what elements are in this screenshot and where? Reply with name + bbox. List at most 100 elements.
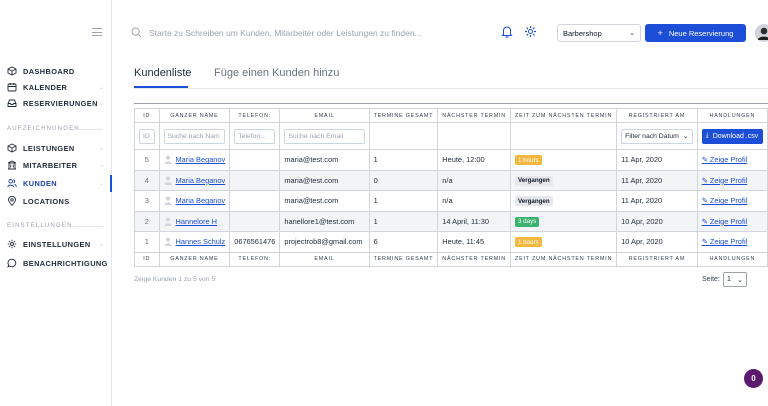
- id-filter-input[interactable]: [139, 128, 155, 144]
- cell-id: 3: [134, 190, 160, 212]
- sidebar-item-label: BENACHRICHTIGUNG: [23, 258, 108, 268]
- table-footer-row: ID GANZER NAME TELEFON: EMAIL TERMINE GE…: [134, 251, 768, 267]
- cell-next: n/a: [437, 169, 511, 191]
- inbox-icon: [7, 98, 17, 108]
- building-icon: [7, 160, 17, 170]
- sidebar-item-benachrichtigung[interactable]: BENACHRICHTIGUNG: [7, 257, 108, 269]
- cell-registered: 10 Apr, 2020: [616, 231, 698, 253]
- show-profile-link[interactable]: ✎ Zeige Profil: [702, 196, 748, 205]
- search-icon: [131, 27, 142, 40]
- cell-registered: 10 Apr, 2020: [616, 210, 698, 232]
- customer-name-link[interactable]: Maria Beganov: [176, 196, 226, 205]
- column-header[interactable]: REGISTRIERT AM: [616, 108, 698, 123]
- gear-icon[interactable]: [524, 25, 537, 40]
- filter-row: Filter nach Datum⌄ ⤓Download .csv: [134, 122, 768, 150]
- sidebar-item-label: RESERVIERUNGEN: [23, 98, 98, 108]
- sidebar-item-mitarbeiter[interactable]: MITARBEITER ⌄: [7, 159, 104, 171]
- chevron-down-icon: ⌄: [629, 30, 635, 37]
- chat-launcher-button[interactable]: 0: [744, 369, 763, 388]
- cell-phone: [229, 169, 281, 191]
- column-header[interactable]: GANZER NAME: [158, 108, 231, 123]
- chevron-down-icon: ⌄: [99, 85, 105, 91]
- date-filter-value: Filter nach Datum: [625, 132, 679, 140]
- show-profile-label: Zeige Profil: [709, 216, 748, 226]
- active-indicator: [110, 175, 112, 192]
- column-header[interactable]: EMAIL: [279, 108, 370, 123]
- cell-total: 1: [368, 190, 439, 212]
- tab-customer-list[interactable]: Kundenliste: [134, 67, 192, 79]
- name-filter-input[interactable]: [163, 128, 226, 144]
- user-avatar[interactable]: [755, 24, 768, 42]
- table-header-row: ID GANZER NAME TELEFON: EMAIL TERMINE GE…: [134, 108, 768, 123]
- person-icon: [164, 176, 172, 185]
- cell-phone: [229, 210, 281, 232]
- column-header: NÄCHSTER TERMIN: [437, 251, 511, 267]
- show-profile-label: Zeige Profil: [709, 175, 748, 185]
- sidebar-item-label: KALENDER: [23, 82, 68, 92]
- cell-total: 1: [368, 210, 439, 232]
- column-header[interactable]: NÄCHSTER TERMIN: [437, 108, 511, 123]
- edit-icon: ✎: [701, 216, 710, 226]
- column-header[interactable]: ID: [134, 108, 160, 123]
- show-profile-link[interactable]: ✎ Zeige Profil: [702, 155, 748, 164]
- column-header: GANZER NAME: [158, 251, 231, 267]
- customer-name-link[interactable]: Maria Beganov: [176, 176, 226, 185]
- show-profile-link[interactable]: ✎ Zeige Profil: [702, 237, 748, 246]
- person-icon: [164, 237, 172, 247]
- sidebar-item-kunden[interactable]: KUNDEN ⌄: [7, 177, 104, 189]
- show-profile-link[interactable]: ✎ Zeige Profil: [702, 176, 748, 185]
- tab-add-customer[interactable]: Füge einen Kunden hinzu: [214, 67, 339, 79]
- customer-name-link[interactable]: Hannes Schulz: [176, 237, 226, 246]
- column-header: ZEIT ZUM NÄCHSTEN TERMIN: [509, 251, 618, 267]
- location-select[interactable]: Barbershop ⌄: [557, 24, 641, 42]
- show-profile-link[interactable]: ✎ Zeige Profil: [702, 217, 748, 226]
- customer-name-link[interactable]: Maria Beganov: [176, 155, 226, 164]
- phone-filter-input[interactable]: [234, 128, 276, 144]
- cell-next: n/a: [437, 190, 511, 212]
- column-header: REGISTRIERT AM: [616, 251, 698, 267]
- sidebar-item-einstellungen[interactable]: EINSTELLUNGEN ⌄: [7, 238, 104, 250]
- chevron-down-icon: ⌄: [99, 146, 105, 152]
- bell-icon[interactable]: [501, 25, 513, 40]
- top-bar: Barbershop ⌄ + Neue Reservierung: [112, 0, 768, 56]
- sidebar-item-kalender[interactable]: KALENDER ⌄: [7, 81, 104, 93]
- column-header[interactable]: TERMINE GESAMT: [368, 108, 439, 123]
- cell-total: 6: [368, 231, 439, 253]
- cell-email: hanellore1@test.com: [279, 210, 370, 232]
- menu-toggle-icon[interactable]: [92, 28, 102, 36]
- sidebar-item-leistungen[interactable]: LEISTUNGEN ⌄: [7, 142, 104, 154]
- email-filter-input[interactable]: [284, 128, 365, 144]
- person-icon: [164, 217, 172, 226]
- column-header[interactable]: HANDLUNGEN: [696, 108, 768, 123]
- download-icon: ⤓: [705, 132, 709, 139]
- person-icon: [164, 155, 172, 165]
- column-header: EMAIL: [279, 251, 370, 267]
- sidebar-item-dashboard[interactable]: DASHBOARD: [7, 65, 75, 77]
- customer-name-link[interactable]: Hannelore H: [176, 217, 218, 226]
- show-profile-label: Zeige Profil: [709, 196, 748, 206]
- sidebar-item-reservierungen[interactable]: RESERVIERUNGEN ⌄: [7, 97, 104, 109]
- date-filter-select[interactable]: Filter nach Datum ⌄: [621, 128, 693, 144]
- sidebar-item-label: EINSTELLUNGEN: [23, 239, 91, 249]
- table-row: 1 Hannes Schulz 0676561476 projectrob8@gmai…: [134, 231, 768, 253]
- sidebar-item-locations[interactable]: LOCATIONS: [7, 195, 70, 207]
- cell-email: maria@test.com: [279, 149, 370, 171]
- show-profile-label: Zeige Profil: [709, 155, 748, 165]
- table-row: 2 Hannelore H hanellore1@test.com 1 14 April…: [134, 210, 768, 232]
- sidebar-item-label: DASHBOARD: [23, 66, 75, 76]
- location-icon: [7, 196, 17, 206]
- location-select-value: Barbershop: [563, 28, 602, 38]
- cell-id: 2: [134, 210, 160, 232]
- column-header[interactable]: TELEFON:: [229, 108, 281, 123]
- global-search-input[interactable]: [149, 26, 469, 40]
- cell-registered: 11 Apr, 2020: [616, 149, 698, 171]
- users-icon: [7, 178, 17, 188]
- column-header[interactable]: ZEIT ZUM NÄCHSTEN TERMIN: [509, 108, 618, 123]
- page-select[interactable]: 1 ⌄: [723, 272, 747, 287]
- new-reservation-button[interactable]: + Neue Reservierung: [645, 24, 746, 42]
- show-profile-label: Zeige Profil: [709, 237, 748, 247]
- download-csv-button[interactable]: ⤓ Download .csv: [701, 128, 763, 144]
- cell-next: Heute, 12:00: [437, 149, 511, 171]
- page-label: Seite:: [702, 276, 720, 283]
- sidebar-item-label: LOCATIONS: [23, 196, 70, 206]
